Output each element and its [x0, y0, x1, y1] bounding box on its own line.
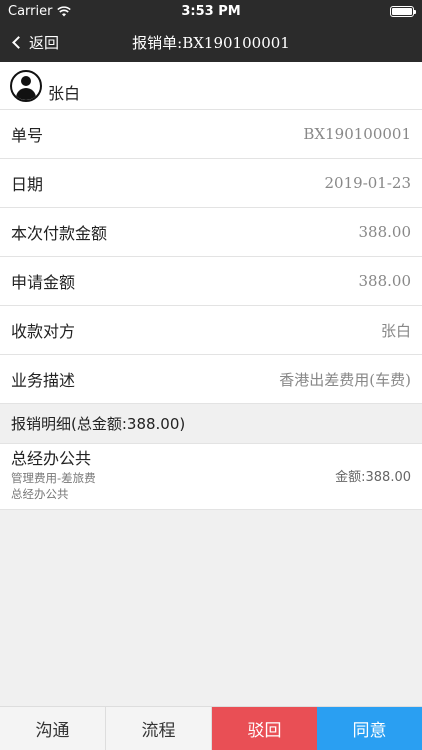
process-button[interactable]: 流程 — [106, 707, 212, 750]
field-value: 388.00 — [358, 223, 412, 241]
back-label: 返回 — [29, 33, 60, 52]
action-bar: 沟通 流程 驳回 同意 — [0, 706, 422, 750]
details-header-label: 报销明细(总金额:388.00) — [11, 415, 186, 433]
user-row: 张白 — [0, 62, 422, 110]
reject-button[interactable]: 驳回 — [212, 707, 317, 750]
field-row-payment-amount: 本次付款金额 388.00 — [0, 208, 422, 257]
status-left: Carrier — [8, 3, 72, 19]
field-label: 业务描述 — [11, 371, 76, 390]
field-value: 香港出差费用(车费) — [279, 370, 411, 389]
field-row-requested-amount: 申请金额 388.00 — [0, 257, 422, 306]
field-row-number: 单号 BX190100001 — [0, 110, 422, 159]
status-bar: Carrier 3:53 PM — [0, 0, 422, 22]
battery-level — [392, 7, 412, 15]
avatar-icon — [10, 69, 42, 102]
back-button[interactable]: 返回 — [10, 22, 59, 62]
field-row-description: 业务描述 香港出差费用(车费) — [0, 355, 422, 404]
main-content: 张白 单号 BX190100001 日期 2019-01-23 本次付款金额 3… — [0, 62, 422, 510]
field-label: 单号 — [11, 126, 44, 145]
field-value: 张白 — [380, 321, 411, 340]
field-value: 2019-01-23 — [324, 174, 411, 192]
field-label: 收款对方 — [11, 322, 76, 341]
field-value: BX190100001 — [303, 125, 411, 143]
user-name: 张白 — [48, 83, 81, 103]
details-section-header: 报销明细(总金额:388.00) — [0, 404, 422, 444]
carrier-label: Carrier — [8, 3, 53, 19]
detail-department: 总经办公共 — [11, 487, 69, 501]
field-row-payee: 收款对方 张白 — [0, 306, 422, 355]
detail-amount: 金额:388.00 — [335, 470, 411, 485]
battery-icon — [390, 5, 416, 17]
field-label: 申请金额 — [11, 273, 76, 292]
nav-bar: 返回 报销单:BX190100001 — [0, 22, 422, 62]
list-item[interactable]: 总经办公共 管理费用-差旅费 总经办公共 金额:388.00 — [0, 444, 422, 510]
approve-button[interactable]: 同意 — [317, 707, 422, 750]
field-row-date: 日期 2019-01-23 — [0, 159, 422, 208]
field-label: 本次付款金额 — [11, 224, 108, 243]
wifi-icon — [57, 5, 72, 16]
chevron-left-icon — [12, 35, 25, 49]
page-title: 报销单:BX190100001 — [132, 33, 290, 52]
communicate-button[interactable]: 沟通 — [0, 707, 106, 750]
field-label: 日期 — [11, 175, 44, 194]
field-value: 388.00 — [358, 272, 412, 290]
